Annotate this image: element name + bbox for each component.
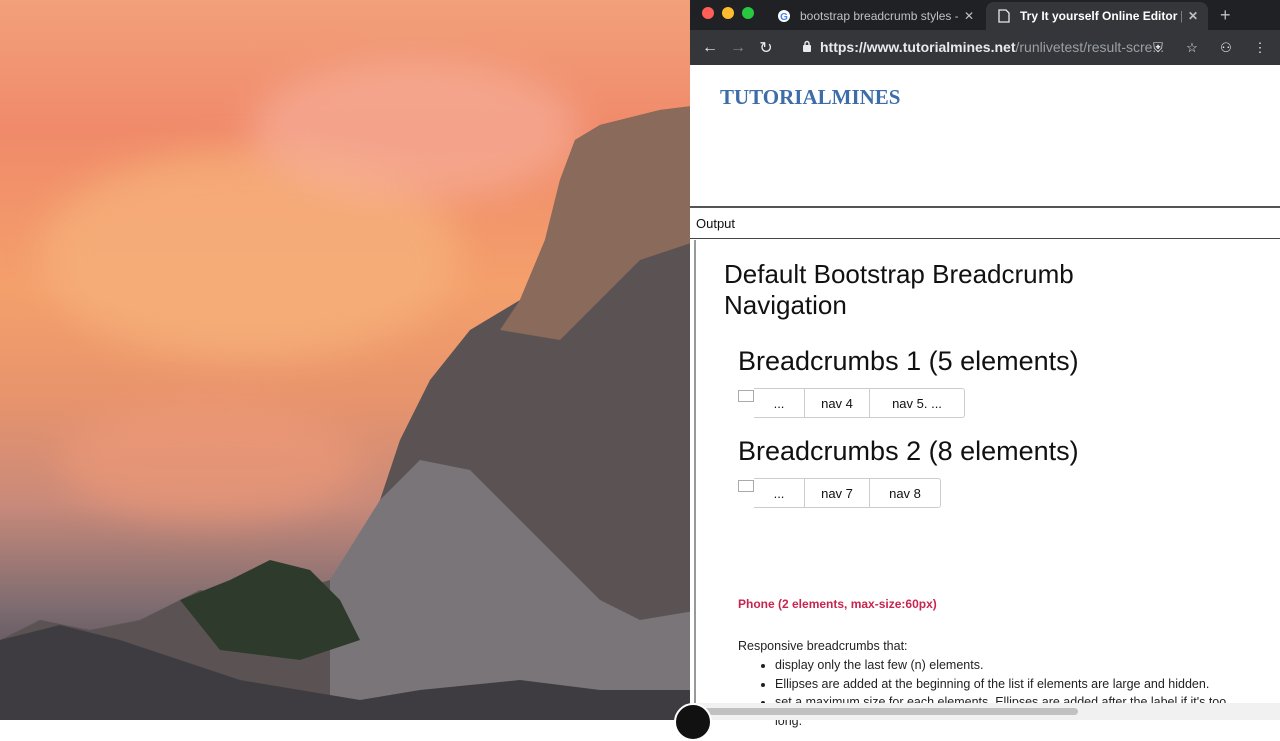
back-icon[interactable]: ←	[696, 34, 724, 62]
bookmark-star-icon[interactable]: ☆	[1178, 34, 1206, 62]
breadcrumbs-2: ... nav 7 nav 8	[738, 478, 941, 508]
breadcrumb-item[interactable]: nav 7	[805, 478, 870, 508]
tab-online-editor[interactable]: Try It yourself Online Editor | Tu ✕	[986, 2, 1208, 30]
tab-bootstrap-breadcrumb[interactable]: G bootstrap breadcrumb styles - ✕	[766, 2, 984, 30]
page-viewport: TUTORIALMINES Output Default Bootstrap B…	[690, 65, 1280, 728]
resize-handle-icon[interactable]	[674, 703, 712, 741]
menu-icon[interactable]: ⋮	[1246, 34, 1274, 62]
lock-icon	[802, 40, 812, 55]
page-title: Default Bootstrap Breadcrumb Navigation	[724, 259, 1074, 320]
breadcrumb-item[interactable]: nav 5. ...	[870, 388, 965, 418]
scrollbar-thumb[interactable]	[704, 708, 1078, 715]
incognito-icon[interactable]: ⚇	[1212, 34, 1240, 62]
tab-bar: G bootstrap breadcrumb styles - ✕ Try It…	[690, 0, 1280, 30]
breadcrumb-item[interactable]: ...	[754, 388, 805, 418]
tab-title: bootstrap breadcrumb styles -	[800, 9, 958, 23]
mountain-illustration	[0, 105, 700, 720]
phone-note: Phone (2 elements, max-size:60px)	[738, 597, 937, 611]
brand-logo[interactable]: TUTORIALMINES	[720, 85, 901, 110]
breadcrumbs-1-heading: Breadcrumbs 1 (5 elements)	[738, 346, 1079, 376]
forward-icon[interactable]: →	[724, 34, 752, 62]
extension-icon[interactable]: ⛨	[1144, 34, 1172, 62]
close-tab-icon[interactable]: ✕	[1188, 9, 1198, 23]
intro-text: Responsive breadcrumbs that:	[738, 639, 908, 653]
output-frame: Default Bootstrap Breadcrumb Navigation …	[694, 240, 1280, 728]
list-item: display only the last few (n) elements.	[775, 656, 1235, 675]
browser-window: G bootstrap breadcrumb styles - ✕ Try It…	[674, 0, 1280, 741]
svg-text:G: G	[780, 12, 788, 23]
breadcrumb-item[interactable]: nav 8	[870, 478, 941, 508]
divider	[690, 206, 1280, 208]
breadcrumb-item[interactable]: nav 4	[805, 388, 870, 418]
close-tab-icon[interactable]: ✕	[964, 9, 974, 23]
browser-toolbar: ← → ↻ https://www.tutorialmines.net/runl…	[690, 30, 1280, 65]
minimize-window-button[interactable]	[722, 7, 734, 19]
breadcrumb-item[interactable]: ...	[754, 478, 805, 508]
address-bar[interactable]: https://www.tutorialmines.net/runlivetes…	[798, 33, 1193, 61]
new-tab-button[interactable]: +	[1220, 5, 1231, 26]
horizontal-scrollbar[interactable]	[690, 703, 1280, 720]
reload-icon[interactable]: ↻	[752, 34, 780, 62]
list-item: Ellipses are added at the beginning of t…	[775, 675, 1235, 694]
breadcrumbs-2-heading: Breadcrumbs 2 (8 elements)	[738, 436, 1079, 466]
tab-title: Try It yourself Online Editor | Tu	[1020, 9, 1182, 23]
page-icon	[996, 8, 1012, 24]
url-host: https://www.tutorialmines.net	[820, 39, 1016, 55]
breadcrumb-home[interactable]	[738, 390, 754, 402]
maximize-window-button[interactable]	[742, 7, 754, 19]
window-controls	[702, 7, 754, 19]
toolbar-actions: ⛨ ☆ ⚇ ⋮	[1144, 34, 1274, 62]
close-window-button[interactable]	[702, 7, 714, 19]
google-icon: G	[776, 8, 792, 24]
output-label: Output	[690, 210, 1280, 239]
breadcrumb-home[interactable]	[738, 480, 754, 492]
url-path: /runlivetest/result-scre...	[1015, 39, 1165, 55]
breadcrumbs-1: ... nav 4 nav 5. ...	[738, 388, 965, 418]
